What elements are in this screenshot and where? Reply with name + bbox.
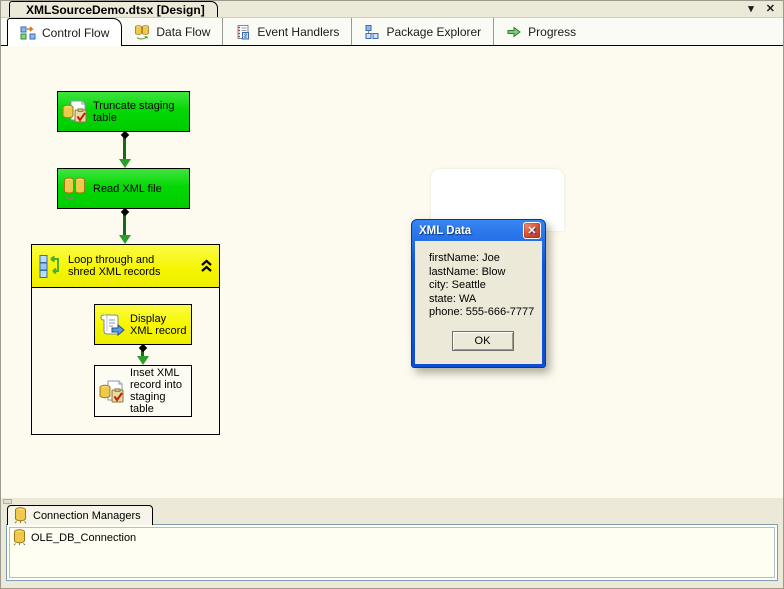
dialog-close-icon[interactable]: ✕ [523, 222, 541, 239]
dialog-body: firstName: Joe lastName: Blow city: Seat… [415, 241, 542, 364]
dropdown-arrow-icon[interactable]: ▾ [748, 3, 754, 15]
ok-button[interactable]: OK [451, 330, 514, 351]
svg-text:2: 2 [244, 33, 247, 39]
window-controls: ▾ ✕ [748, 2, 775, 16]
execute-sql-icon [99, 380, 124, 402]
document-tab[interactable]: XMLSourceDemo.dtsx [Design] [9, 1, 218, 17]
task-label: Truncate staging table [93, 99, 175, 124]
dialog-line: city: Seattle [429, 279, 486, 291]
tab-label: Control Flow [42, 25, 110, 40]
document-tab-label: XMLSourceDemo.dtsx [Design] [26, 2, 205, 17]
connection-managers-tab[interactable]: Connection Managers [7, 505, 153, 525]
connection-cylinder-icon [13, 529, 26, 546]
task-truncate-staging-table[interactable]: Truncate staging table [57, 91, 190, 132]
connection-manager-item[interactable]: OLE_DB_Connection [7, 525, 777, 546]
dialog-line: state: WA [429, 292, 477, 305]
dialog-line: lastName: Blow [429, 265, 506, 278]
foreach-loop-header[interactable]: Loop through and shred XML records [32, 245, 219, 288]
collapse-chevron-icon[interactable] [197, 256, 215, 276]
dialog-title: XML Data [419, 224, 472, 237]
tab-data-flow[interactable]: Data Flow [122, 18, 224, 45]
control-flow-icon [20, 25, 36, 39]
task-label: Inset XML record into staging table [130, 367, 182, 415]
dialog-line: firstName: Joe [429, 252, 500, 264]
progress-icon [507, 26, 521, 37]
data-flow-task-icon [64, 177, 85, 201]
task-label: Read XML file [93, 182, 162, 195]
connection-manager-name: OLE_DB_Connection [31, 531, 137, 544]
precedence-arrow[interactable] [136, 343, 149, 365]
tab-label: Progress [528, 24, 577, 39]
connection-managers-list[interactable]: OLE_DB_Connection [6, 524, 778, 581]
arrow-shaft [123, 214, 126, 235]
arrow-head [118, 235, 131, 244]
task-read-xml-file[interactable]: Read XML file [57, 168, 190, 209]
xml-data-dialog: XML Data ✕ firstName: Joe lastName: Blow… [411, 219, 546, 368]
foreach-loop-icon [39, 254, 59, 278]
task-label: Display XML record [130, 312, 187, 337]
connection-cylinder-icon [14, 507, 27, 524]
arrow-shaft [123, 137, 126, 159]
close-icon[interactable]: ✕ [766, 3, 775, 15]
event-handlers-icon: 2 [237, 24, 250, 39]
connection-managers-panel: Connection Managers OLE_DB_Connection [1, 498, 783, 588]
arrow-source-diamond [120, 207, 129, 217]
precedence-arrow[interactable] [118, 130, 131, 168]
tab-label: Package Explorer [386, 24, 482, 39]
connection-managers-tab-label: Connection Managers [33, 509, 141, 522]
task-insert-xml-record[interactable]: Inset XML record into staging table [94, 365, 192, 417]
precedence-arrow[interactable] [118, 207, 131, 244]
arrow-head [118, 159, 131, 168]
tab-label: Event Handlers [257, 24, 340, 39]
container-label: Loop through and shred XML records [68, 254, 161, 278]
data-flow-icon [135, 24, 150, 39]
tab-event-handlers[interactable]: 2 Event Handlers [223, 18, 353, 45]
document-tab-row: XMLSourceDemo.dtsx [Design] ▾ ✕ [1, 1, 783, 17]
package-explorer-icon [365, 24, 379, 39]
tab-progress[interactable]: Progress [494, 18, 588, 45]
arrow-source-diamond [138, 343, 147, 353]
arrow-source-diamond [120, 130, 129, 140]
execute-sql-icon [62, 100, 87, 123]
splitter-grip[interactable] [3, 499, 12, 504]
control-flow-canvas[interactable]: Loop through and shred XML records Trunc… [1, 46, 783, 498]
designer-window: XMLSourceDemo.dtsx [Design] ▾ ✕ Control … [0, 0, 784, 589]
tab-label: Data Flow [156, 24, 211, 39]
task-display-xml-record[interactable]: Display XML record [94, 304, 192, 345]
arrow-head [136, 356, 149, 365]
script-task-icon [100, 314, 125, 337]
tab-package-explorer[interactable]: Package Explorer [352, 18, 495, 45]
dialog-line: phone: 555-666-7777 [429, 306, 535, 318]
dialog-title-bar[interactable]: XML Data ✕ [415, 220, 542, 241]
tab-control-flow[interactable]: Control Flow [7, 18, 123, 46]
designer-tab-strip: Control Flow Data Flow 2 Event Handlers … [1, 17, 783, 46]
